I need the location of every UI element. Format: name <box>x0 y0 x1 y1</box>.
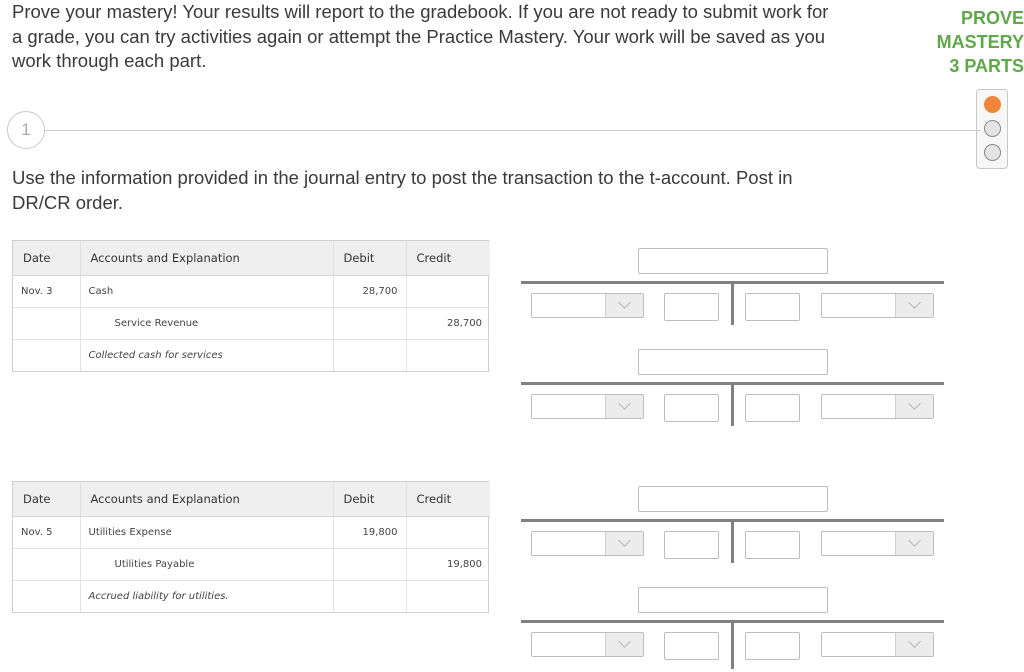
row-credit <box>406 275 490 308</box>
side-label-line1: PROVE <box>960 8 1024 28</box>
part-2-dot[interactable] <box>984 120 1001 137</box>
row-date <box>13 580 81 612</box>
chevron-down-icon[interactable] <box>895 633 933 656</box>
credit-amount-input[interactable] <box>745 632 800 660</box>
row-date <box>13 307 81 340</box>
table-row: Service Revenue 28,700 <box>13 307 490 340</box>
row-debit <box>333 580 407 612</box>
t-account-title-input[interactable] <box>638 486 828 512</box>
t-account-divider <box>731 519 734 563</box>
chevron-down-icon[interactable] <box>895 395 933 418</box>
part-3-dot[interactable] <box>984 144 1001 161</box>
t-account-divider <box>731 382 734 426</box>
row-account: Utilities Payable <box>80 548 334 581</box>
debit-account-dropdown[interactable] <box>531 293 644 318</box>
col-header-debit: Debit <box>333 482 407 517</box>
prove-mastery-label: PROVE MASTERY 3 PARTS <box>934 6 1024 78</box>
debit-amount-input[interactable] <box>664 632 719 660</box>
credit-account-dropdown[interactable] <box>821 531 934 556</box>
instruction-text: Use the information provided in the jour… <box>12 167 793 213</box>
credit-amount-input[interactable] <box>745 394 800 422</box>
t-account-3 <box>521 486 944 566</box>
t-account-title-input[interactable] <box>638 349 828 375</box>
row-account: Utilities Expense <box>80 516 334 549</box>
col-header-credit: Credit <box>406 482 490 517</box>
col-header-debit: Debit <box>333 241 407 276</box>
row-date <box>13 548 81 581</box>
debit-account-dropdown[interactable] <box>531 632 644 657</box>
step-divider <box>45 130 980 131</box>
col-header-accounts: Accounts and Explanation <box>80 241 334 276</box>
parts-progress-stepper <box>976 89 1008 169</box>
table-row: Utilities Payable 19,800 <box>13 548 490 581</box>
intro-text: Prove your mastery! Your results will re… <box>12 1 829 71</box>
row-account: Service Revenue <box>80 307 334 340</box>
row-explanation: Accrued liability for utilities. <box>80 580 334 612</box>
credit-account-dropdown[interactable] <box>821 394 934 419</box>
row-credit: 19,800 <box>406 548 490 581</box>
row-debit <box>333 548 407 581</box>
journal-entry-1: Date Accounts and Explanation Debit Cred… <box>12 240 490 372</box>
t-account-divider <box>731 281 734 325</box>
debit-account-dropdown[interactable] <box>531 394 644 419</box>
row-date <box>13 339 81 371</box>
col-header-date: Date <box>13 482 81 517</box>
chevron-down-icon[interactable] <box>605 395 643 418</box>
credit-account-dropdown[interactable] <box>821 632 934 657</box>
row-debit: 28,700 <box>333 275 407 308</box>
debit-account-dropdown[interactable] <box>531 531 644 556</box>
part-1-dot[interactable] <box>984 96 1001 113</box>
credit-amount-input[interactable] <box>745 293 800 321</box>
side-label-line2: MASTERY <box>936 32 1024 52</box>
debit-amount-input[interactable] <box>664 394 719 422</box>
credit-account-dropdown[interactable] <box>821 293 934 318</box>
col-header-credit: Credit <box>406 241 490 276</box>
row-debit <box>333 339 407 371</box>
row-credit <box>406 516 490 549</box>
chevron-down-icon[interactable] <box>895 294 933 317</box>
row-credit: 28,700 <box>406 307 490 340</box>
credit-amount-input[interactable] <box>745 531 800 559</box>
row-date: Nov. 5 <box>13 516 81 549</box>
row-date: Nov. 3 <box>13 275 81 308</box>
row-debit <box>333 307 407 340</box>
row-credit <box>406 580 490 612</box>
chevron-down-icon[interactable] <box>895 532 933 555</box>
chevron-down-icon[interactable] <box>605 532 643 555</box>
table-row: Nov. 3 Cash 28,700 <box>13 275 490 308</box>
table-row: Nov. 5 Utilities Expense 19,800 <box>13 516 490 549</box>
row-account: Cash <box>80 275 334 308</box>
side-label-line3: 3 PARTS <box>949 56 1024 76</box>
table-row: Collected cash for services <box>13 339 490 371</box>
row-debit: 19,800 <box>333 516 407 549</box>
row-credit <box>406 339 490 371</box>
chevron-down-icon[interactable] <box>605 633 643 656</box>
debit-amount-input[interactable] <box>664 293 719 321</box>
table-row: Accrued liability for utilities. <box>13 580 490 612</box>
t-account-title-input[interactable] <box>638 587 828 613</box>
t-account-divider <box>731 620 734 669</box>
row-explanation: Collected cash for services <box>80 339 334 371</box>
t-account-2 <box>521 349 944 429</box>
journal-entry-2: Date Accounts and Explanation Debit Cred… <box>12 481 490 613</box>
col-header-date: Date <box>13 241 81 276</box>
col-header-accounts: Accounts and Explanation <box>80 482 334 517</box>
t-account-title-input[interactable] <box>638 248 828 274</box>
chevron-down-icon[interactable] <box>605 294 643 317</box>
t-account-1 <box>521 248 944 328</box>
t-account-4 <box>521 587 944 669</box>
debit-amount-input[interactable] <box>664 531 719 559</box>
step-number-badge: 1 <box>7 111 45 149</box>
